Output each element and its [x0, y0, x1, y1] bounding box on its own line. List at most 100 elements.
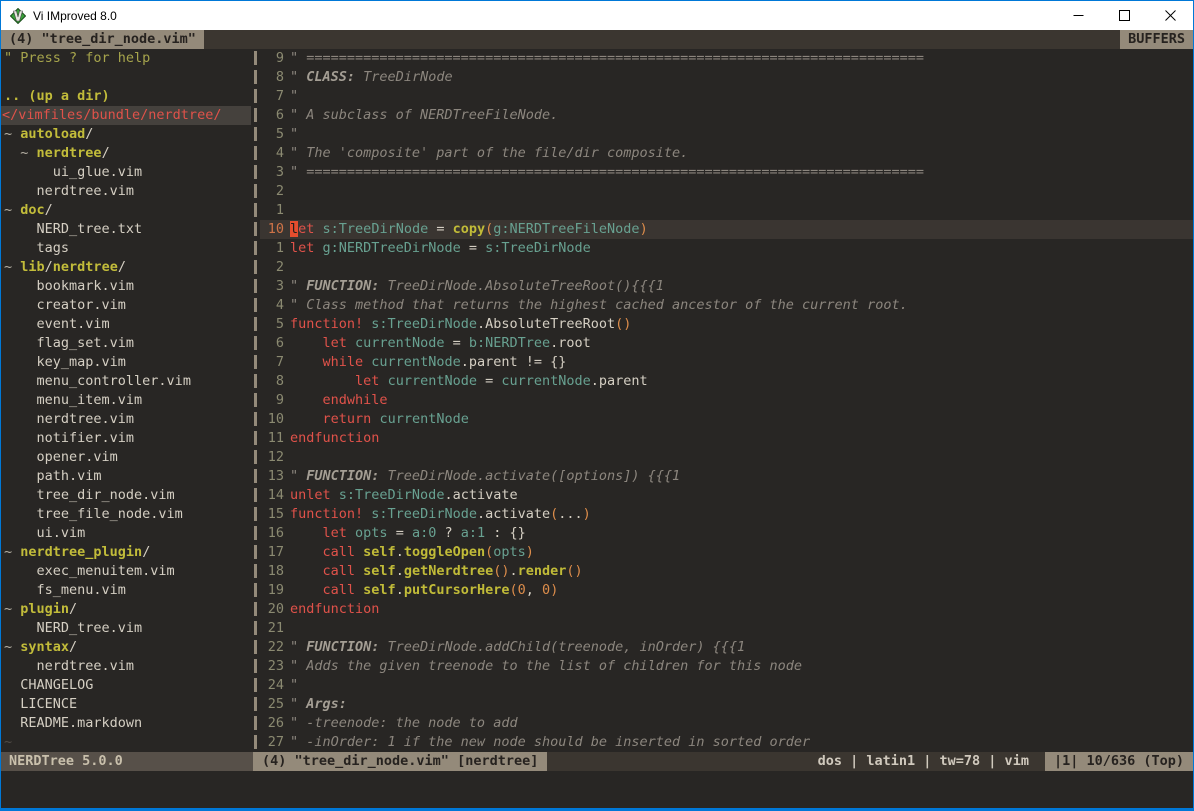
line-number: 15 — [260, 505, 284, 524]
tree-dir-nerdtree-plugin[interactable]: ~ nerdtree_plugin/ — [1, 543, 251, 562]
code-line[interactable]: 5" — [260, 125, 1193, 144]
code-line[interactable]: 4" The 'composite' part of the file/dir … — [260, 144, 1193, 163]
tree-file-ui-glue[interactable]: ui_glue.vim — [1, 163, 251, 182]
editor-buffer[interactable]: 9" =====================================… — [260, 49, 1193, 752]
code-line[interactable]: 2 — [260, 182, 1193, 201]
token-nfile: ui.vim — [37, 525, 86, 541]
buffers-label[interactable]: BUFFERS — [1120, 30, 1193, 49]
code-line[interactable]: 1 — [260, 201, 1193, 220]
token-pun: .parent != {} — [461, 354, 567, 370]
token-npad — [4, 240, 37, 256]
tree-file-ui[interactable]: ui.vim — [1, 524, 251, 543]
tree-file-tree-dir-node[interactable]: tree_dir_node.vim — [1, 486, 251, 505]
tree-file-fs-menu[interactable]: fs_menu.vim — [1, 581, 251, 600]
code-line[interactable]: 17 call self.toggleOpen(opts) — [260, 543, 1193, 562]
tree-root-path[interactable]: </vimfiles/bundle/nerdtree/ — [1, 106, 251, 125]
tree-file-bookmark[interactable]: bookmark.vim — [1, 277, 251, 296]
tree-file-nerdtree-vim[interactable]: nerdtree.vim — [1, 182, 251, 201]
tree-file-nerd-tree-txt[interactable]: NERD_tree.txt — [1, 220, 251, 239]
code-line[interactable]: 3" FUNCTION: TreeDirNode.AbsoluteTreeRoo… — [260, 277, 1193, 296]
tree-file-changelog[interactable]: CHANGELOG — [1, 676, 251, 695]
code-line-current[interactable]: 10let s:TreeDirNode = copy(g:NERDTreeFil… — [260, 220, 1193, 239]
code-line[interactable]: 16 let opts = a:0 ? a:1 : {} — [260, 524, 1193, 543]
code-line[interactable]: 18 call self.getNerdtree().render() — [260, 562, 1193, 581]
window-separator[interactable] — [251, 49, 260, 752]
code-line[interactable]: 14unlet s:TreeDirNode.activate — [260, 486, 1193, 505]
tree-dir-doc[interactable]: ~ doc/ — [1, 201, 251, 220]
code-line[interactable]: 8" CLASS: TreeDirNode — [260, 68, 1193, 87]
code-line[interactable]: 23" Adds the given treenode to the list … — [260, 657, 1193, 676]
tree-file-flag-set[interactable]: flag_set.vim — [1, 334, 251, 353]
token-ndir: lib — [20, 259, 44, 275]
tree-file-key-map[interactable]: key_map.vim — [1, 353, 251, 372]
line-number: 24 — [260, 676, 284, 695]
code-line[interactable]: 5function! s:TreeDirNode.AbsoluteTreeRoo… — [260, 315, 1193, 334]
code-text: call self.toggleOpen(opts) — [284, 543, 534, 562]
token-pun: .AbsoluteTreeRoot — [477, 316, 615, 332]
code-line[interactable]: 27" -inOrder: 1 if the new node should b… — [260, 733, 1193, 752]
tree-dir-lib-nerdtree[interactable]: ~ lib/nerdtree/ — [1, 258, 251, 277]
code-line[interactable]: 9 endwhile — [260, 391, 1193, 410]
code-line[interactable]: 15function! s:TreeDirNode.activate(...) — [260, 505, 1193, 524]
code-line[interactable]: 8 let currentNode = currentNode.parent — [260, 372, 1193, 391]
tree-file-opener[interactable]: opener.vim — [1, 448, 251, 467]
code-line[interactable]: 7" — [260, 87, 1193, 106]
nerdtree-panel[interactable]: " Press ? for help .. (up a dir) </vimfile… — [1, 49, 251, 752]
tree-dir-autoload[interactable]: ~ autoload/ — [1, 125, 251, 144]
tree-file-event[interactable]: event.vim — [1, 315, 251, 334]
tree-dir-autoload-nerdtree[interactable]: ~ nerdtree/ — [1, 144, 251, 163]
code-line[interactable]: 24" — [260, 676, 1193, 695]
tree-file-licence[interactable]: LICENCE — [1, 695, 251, 714]
tree-file-path[interactable]: path.vim — [1, 467, 251, 486]
tree-file-menu-item[interactable]: menu_item.vim — [1, 391, 251, 410]
code-text: let currentNode = currentNode.parent — [284, 372, 648, 391]
tree-file-exec-menuitem[interactable]: exec_menuitem.vim — [1, 562, 251, 581]
code-line[interactable]: 11endfunction — [260, 429, 1193, 448]
code-line[interactable]: 22" FUNCTION: TreeDirNode.addChild(treen… — [260, 638, 1193, 657]
code-text: " — [284, 676, 298, 695]
tree-file-notifier[interactable]: notifier.vim — [1, 429, 251, 448]
titlebar[interactable]: Vi IMproved 8.0 — [1, 1, 1193, 30]
code-line[interactable]: 3" =====================================… — [260, 163, 1193, 182]
code-line[interactable]: 10 return currentNode — [260, 410, 1193, 429]
code-line[interactable]: 6" A subclass of NERDTreeFileNode. — [260, 106, 1193, 125]
tree-dir-syntax[interactable]: ~ syntax/ — [1, 638, 251, 657]
code-line[interactable]: 1let g:NERDTreeDirNode = s:TreeDirNode — [260, 239, 1193, 258]
token-kw: call — [323, 563, 356, 579]
code-line[interactable]: 20endfunction — [260, 600, 1193, 619]
maximize-button[interactable] — [1101, 1, 1147, 30]
code-line[interactable]: 7 while currentNode.parent != {} — [260, 353, 1193, 372]
tree-file-readme[interactable]: README.markdown — [1, 714, 251, 733]
tree-file-nerd-tree-vim[interactable]: NERD_tree.vim — [1, 619, 251, 638]
code-line[interactable]: 12 — [260, 448, 1193, 467]
code-line[interactable]: 4" Class method that returns the highest… — [260, 296, 1193, 315]
code-text: " CLASS: TreeDirNode — [284, 68, 453, 87]
token-pun — [290, 525, 323, 541]
tree-help-hint[interactable]: " Press ? for help — [1, 49, 251, 68]
code-line[interactable]: 25" Args: — [260, 695, 1193, 714]
tree-file-menu-controller[interactable]: menu_controller.vim — [1, 372, 251, 391]
tree-up-a-dir[interactable]: .. (up a dir) — [1, 87, 251, 106]
code-line[interactable]: 26" -treenode: the node to add — [260, 714, 1193, 733]
token-id: opts — [355, 525, 388, 541]
code-line[interactable]: 9" =====================================… — [260, 49, 1193, 68]
minimize-button[interactable] — [1055, 1, 1101, 30]
code-line[interactable]: 6 let currentNode = b:NERDTree.root — [260, 334, 1193, 353]
tree-file-nerdtree-syntax[interactable]: nerdtree.vim — [1, 657, 251, 676]
tree-file-tags[interactable]: tags — [1, 239, 251, 258]
token-npad — [4, 696, 20, 712]
tab-tree-dir-node[interactable]: (4) "tree_dir_node.vim" — [1, 30, 204, 49]
code-line[interactable]: 19 call self.putCursorHere(0, 0) — [260, 581, 1193, 600]
code-line[interactable]: 2 — [260, 258, 1193, 277]
close-button[interactable] — [1147, 1, 1193, 30]
code-line[interactable]: 13" FUNCTION: TreeDirNode.activate([opti… — [260, 467, 1193, 486]
code-line[interactable]: 21 — [260, 619, 1193, 638]
token-pun — [290, 354, 323, 370]
tree-file-creator[interactable]: creator.vim — [1, 296, 251, 315]
token-nupdir: .. (up a dir) — [4, 88, 110, 104]
token-nfile: menu_item.vim — [37, 392, 143, 408]
tree-dir-plugin[interactable]: ~ plugin/ — [1, 600, 251, 619]
tree-file-tree-file-node[interactable]: tree_file_node.vim — [1, 505, 251, 524]
token-nfile: nerdtree.vim — [37, 183, 135, 199]
tree-file-nerdtree-lib[interactable]: nerdtree.vim — [1, 410, 251, 429]
